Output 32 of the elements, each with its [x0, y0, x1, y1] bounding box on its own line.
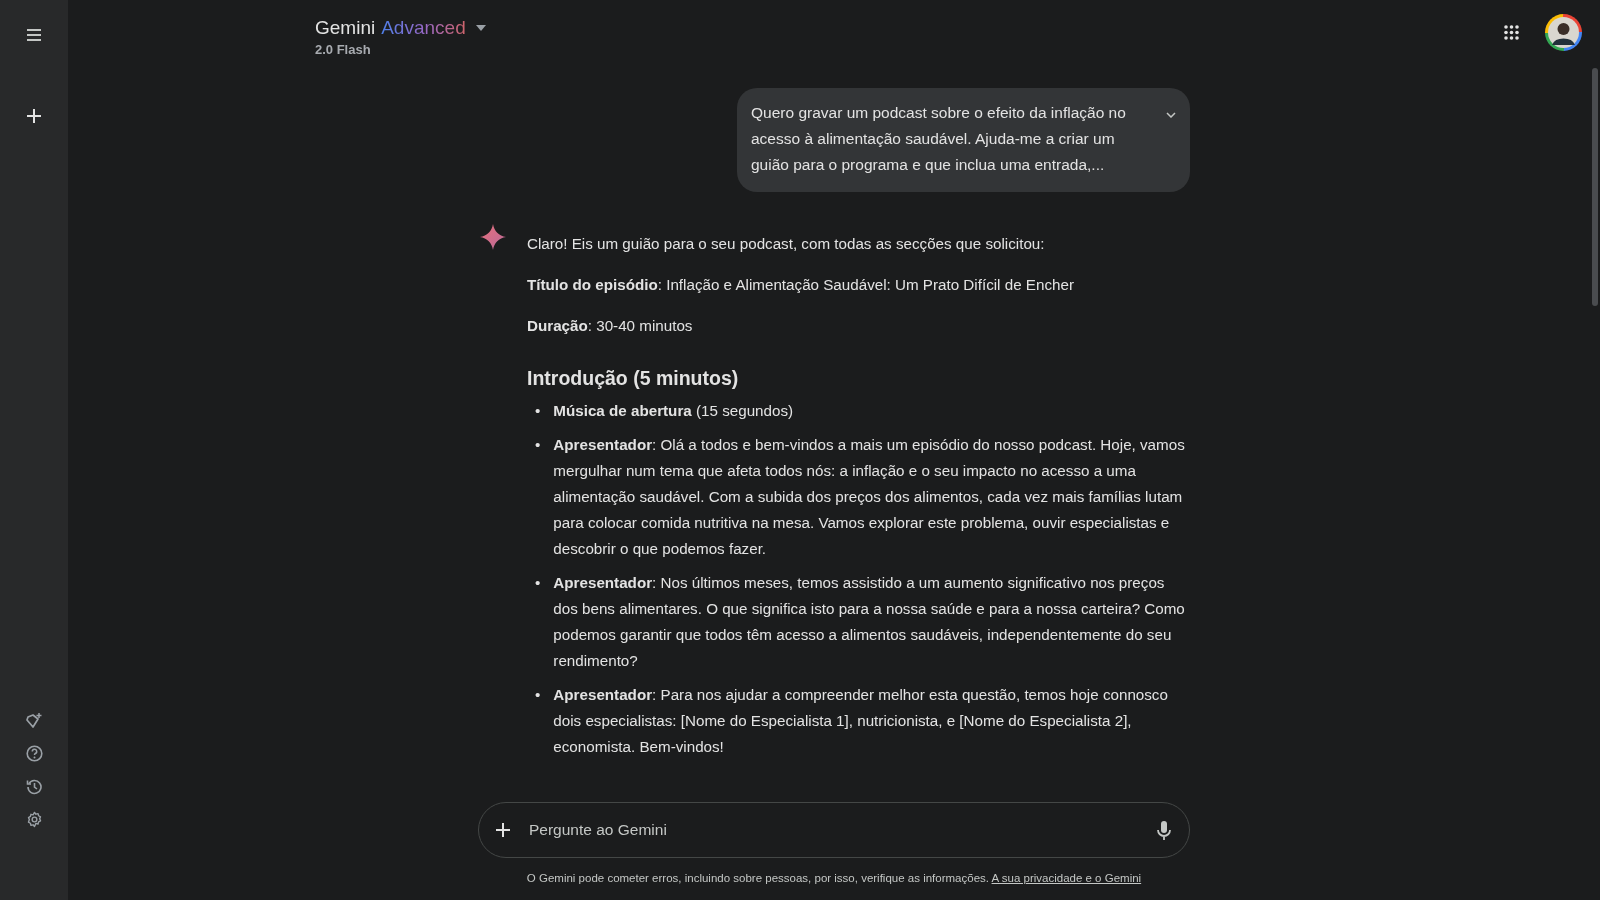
section-heading: Introdução (5 minutos): [527, 366, 740, 391]
bullet-text: Apresentador: Nos últimos meses, temos assistido a um aumento significativo nos preços dos bens alimentares. O que significa isto para a nossa saúde e para a nossa carteira? Como podemos garantir que todos têm acesso a alimentos saudáveis, independentemente do seu rendimento?: [553, 573, 1186, 671]
scrollbar[interactable]: [1592, 68, 1598, 306]
bullet-marker: •: [535, 573, 541, 593]
model-label: 2.0 Flash: [315, 42, 372, 57]
disclaimer-text: O Gemini pode cometer erros, incluindo sobre pessoas, por isso, verifique as informações. A sua privacidade e o Gemini: [525, 871, 1143, 886]
avatar[interactable]: [1545, 13, 1582, 51]
user-message: Quero gravar um podcast sobre o efeito da inflação no acesso à alimentação saudável. Ajuda-me a criar um guião para o programa e que inclua uma entrada,...: [751, 103, 1127, 175]
bullet-marker: •: [535, 401, 541, 421]
bullet-marker: •: [535, 435, 541, 455]
prompt-field[interactable]: Pergunte ao Gemini: [478, 802, 1190, 858]
dropdown-caret-icon[interactable]: [475, 25, 486, 31]
response-paragraph: Duração: 30-40 minutos: [527, 316, 694, 336]
history-icon[interactable]: [25, 778, 43, 795]
new-chat-icon[interactable]: [26, 108, 42, 124]
add-icon[interactable]: [495, 822, 511, 838]
bullet-text: Apresentador: Olá a todos e bem-vindos a mais um episódio do nosso podcast. Hoje, vamos mergulhar num tema que afeta todos nós: a inflação e o seu impacto no acesso a uma alimentação saudável. Com a subida dos preços dos alimentos, cada vez mais famílias lutam para colocar comida nutritiva na mesa. Vamos explorar este problema, ouvir especialistas e descobrir o que podemos fazer.: [553, 435, 1186, 559]
sparkle-icon: [480, 224, 506, 250]
bullet-marker: •: [535, 685, 541, 705]
expand-chevron-icon[interactable]: [1166, 112, 1176, 118]
privacy-link[interactable]: A sua privacidade e o Gemini: [991, 872, 1142, 884]
apps-grid-icon[interactable]: [1504, 24, 1519, 40]
bullet-text: Apresentador: Para nos ajudar a compreender melhor esta questão, temos hoje connosco dois especialistas: [Nome do Especialista 1], nutricionista, e [Nome do Especialista 2], economista. Bem-vindos!: [553, 685, 1169, 757]
prompt-input[interactable]: Pergunte ao Gemini: [527, 820, 1141, 840]
menu-icon[interactable]: [26, 29, 42, 41]
response-paragraph: Claro! Eis um guião para o seu podcast, com todas as secções que solicitou:: [527, 234, 1046, 254]
response-paragraph: Título do episódio: Inflação e Alimentação Saudável: Um Prato Difícil de Encher: [527, 275, 1075, 295]
help-icon[interactable]: [25, 745, 43, 762]
app-title: Gemini: [315, 17, 376, 39]
bullet-text: Música de abertura (15 segundos): [553, 401, 794, 421]
microphone-icon[interactable]: [1157, 820, 1171, 840]
settings-icon[interactable]: [25, 811, 43, 828]
